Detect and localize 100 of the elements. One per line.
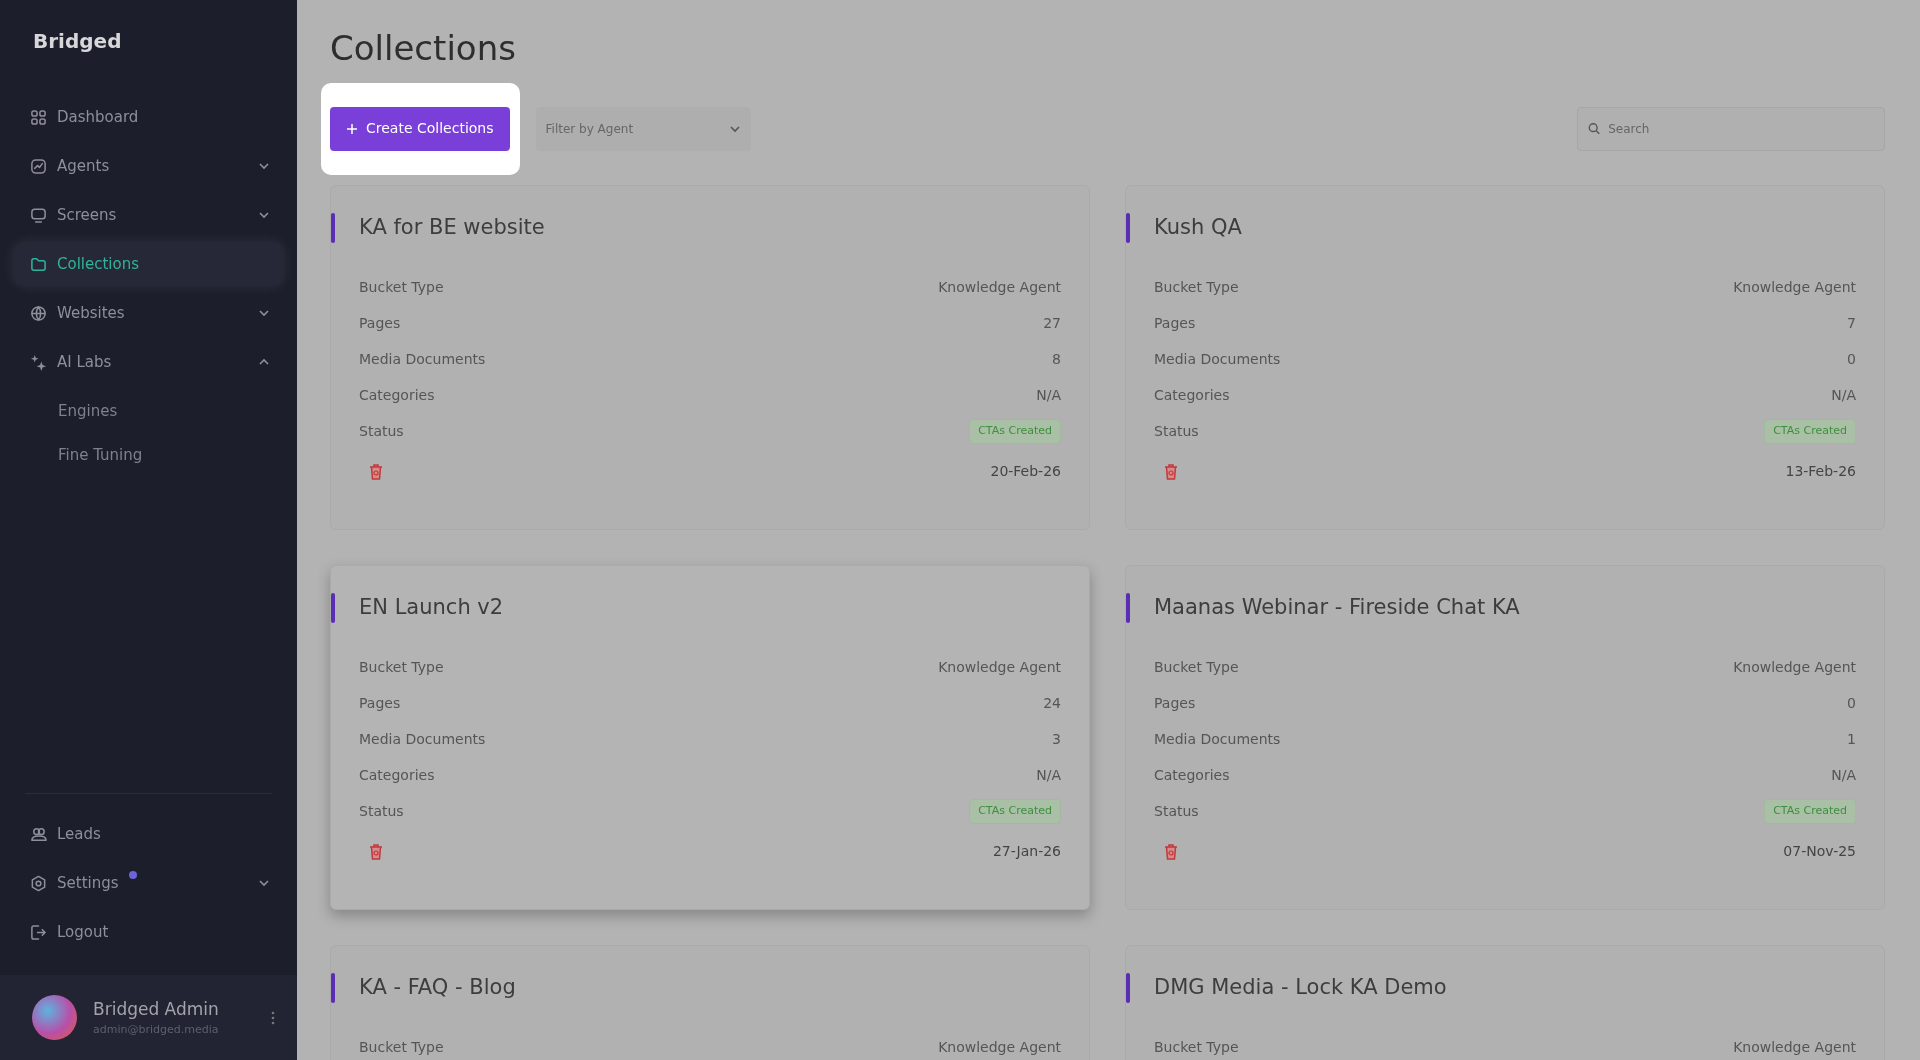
field-label: Status (1154, 421, 1199, 441)
field-label: Categories (1154, 385, 1230, 405)
nav-item[interactable]: Screens (13, 193, 284, 237)
card-title: KA for BE website (359, 213, 545, 241)
collection-card[interactable]: Maanas Webinar - Fireside Chat KA Bucket Type Knowledge Agent Pages 0 Media Documents 1 Categories N/A Status CTAs Created 07-Nov-25 (1125, 564, 1885, 910)
field-label: Categories (1154, 765, 1230, 785)
grid-icon (30, 108, 47, 126)
card-title: DMG Media - Lock KA Demo (1154, 973, 1447, 1001)
nav-subitem[interactable]: Fine Tuning (0, 433, 297, 477)
nav-item[interactable]: Settings (13, 861, 284, 905)
field-label: Status (1154, 801, 1199, 821)
field-label: Categories (359, 385, 435, 405)
field-value: N/A (1831, 385, 1856, 405)
field-value: Knowledge Agent (1733, 657, 1856, 677)
kebab-menu-icon[interactable] (271, 1009, 275, 1026)
field-value: Knowledge Agent (938, 1037, 1061, 1057)
chevron-down-icon (258, 307, 270, 319)
card-date: 13-Feb-26 (1785, 462, 1856, 482)
field-value: 27 (1043, 313, 1061, 333)
field-value: Knowledge Agent (938, 277, 1061, 297)
status-badge: CTAs Created (969, 419, 1061, 444)
card-title: Kush QA (1154, 213, 1242, 241)
field-label: Media Documents (359, 729, 486, 749)
field-label: Media Documents (1154, 349, 1281, 369)
nav-item[interactable]: Logout (13, 910, 284, 954)
collection-card[interactable]: KA - FAQ - Blog Bucket Type Knowledge Agent (330, 944, 1090, 1060)
accent-bar (331, 592, 335, 623)
nav-item[interactable]: Agents (13, 144, 284, 188)
collection-card[interactable]: DMG Media - Lock KA Demo Bucket Type Knowledge Agent (1125, 944, 1885, 1060)
accent-bar (331, 212, 335, 243)
field-value: 0 (1847, 349, 1856, 369)
field-label: Bucket Type (359, 277, 444, 297)
search-icon (1588, 122, 1601, 136)
user-name: Bridged Admin (93, 997, 220, 1021)
field-label: Status (359, 421, 404, 441)
field-value: Knowledge Agent (1733, 277, 1856, 297)
card-title: EN Launch v2 (359, 593, 504, 621)
avatar (32, 995, 77, 1040)
status-badge: CTAs Created (969, 799, 1061, 824)
agent-filter-dropdown[interactable]: Filter by Agent (535, 106, 751, 151)
card-date: 07-Nov-25 (1783, 842, 1856, 862)
field-value: Knowledge Agent (1733, 1037, 1856, 1057)
chevron-down-icon (258, 877, 270, 889)
field-label: Status (359, 801, 404, 821)
field-label: Pages (1154, 693, 1196, 713)
trash-icon[interactable] (369, 842, 383, 861)
plus-icon (346, 122, 358, 135)
accent-bar (331, 972, 335, 1003)
field-value: 7 (1847, 313, 1856, 333)
collection-card[interactable]: Kush QA Bucket Type Knowledge Agent Pages 7 Media Documents 0 Categories N/A Status CTAs Created 13-Feb-26 (1125, 184, 1885, 530)
field-value: 3 (1052, 729, 1061, 749)
nav-item[interactable]: Dashboard (13, 95, 284, 139)
card-date: 20-Feb-26 (990, 462, 1061, 482)
trash-icon[interactable] (1164, 842, 1178, 861)
field-label: Bucket Type (1154, 657, 1239, 677)
status-badge: CTAs Created (1764, 419, 1856, 444)
nav-subitem[interactable]: Engines (0, 389, 297, 433)
field-label: Bucket Type (1154, 277, 1239, 297)
gear-icon (30, 874, 47, 892)
field-label: Pages (1154, 313, 1196, 333)
field-label: Bucket Type (359, 1037, 444, 1057)
field-value: Knowledge Agent (938, 657, 1061, 677)
nav-item[interactable]: Collections (13, 242, 284, 286)
accent-bar (1126, 212, 1130, 243)
search-input[interactable]: Search (1606, 118, 1874, 139)
field-label: Media Documents (359, 349, 486, 369)
nav-item[interactable]: Websites (13, 291, 284, 335)
trash-icon[interactable] (369, 462, 383, 481)
field-label: Pages (359, 313, 401, 333)
chevron-down-icon (258, 160, 270, 172)
chevron-down-icon (258, 209, 270, 221)
trash-icon[interactable] (1164, 462, 1178, 481)
card-title: Maanas Webinar - Fireside Chat KA (1154, 593, 1520, 621)
field-value: N/A (1036, 385, 1061, 405)
nav-item[interactable]: Leads (13, 812, 284, 856)
create-collections-button[interactable]: Create Collections (330, 106, 510, 151)
page-title: Collections (330, 28, 517, 69)
accent-bar (1126, 972, 1130, 1003)
people-icon (30, 825, 47, 843)
monitor-icon (30, 206, 47, 224)
sparkle-icon (30, 353, 47, 371)
card-date: 27-Jan-26 (992, 842, 1061, 862)
field-label: Categories (359, 765, 435, 785)
card-title: KA - FAQ - Blog (359, 973, 516, 1001)
collection-card[interactable]: KA for BE website Bucket Type Knowledge Agent Pages 27 Media Documents 8 Categories N/A Status CTAs Created 20-Feb-26 (330, 184, 1090, 530)
nav-item[interactable]: AI Labs (13, 340, 284, 384)
field-label: Media Documents (1154, 729, 1281, 749)
field-label: Bucket Type (359, 657, 444, 677)
globe-icon (30, 304, 47, 322)
field-value: 0 (1847, 693, 1856, 713)
field-label: Bucket Type (1154, 1037, 1239, 1057)
logout-icon (30, 923, 47, 941)
status-badge: CTAs Created (1764, 799, 1856, 824)
field-value: 1 (1847, 729, 1856, 749)
brand-logo: Bridged (32, 28, 123, 55)
folder-icon (30, 255, 47, 273)
collection-card[interactable]: EN Launch v2 Bucket Type Knowledge Agent Pages 24 Media Documents 3 Categories N/A Status CTAs Created 27-Jan-26 (330, 564, 1090, 910)
accent-bar (1126, 592, 1130, 623)
search-field[interactable]: Search (1577, 106, 1885, 151)
field-value: 24 (1043, 693, 1061, 713)
